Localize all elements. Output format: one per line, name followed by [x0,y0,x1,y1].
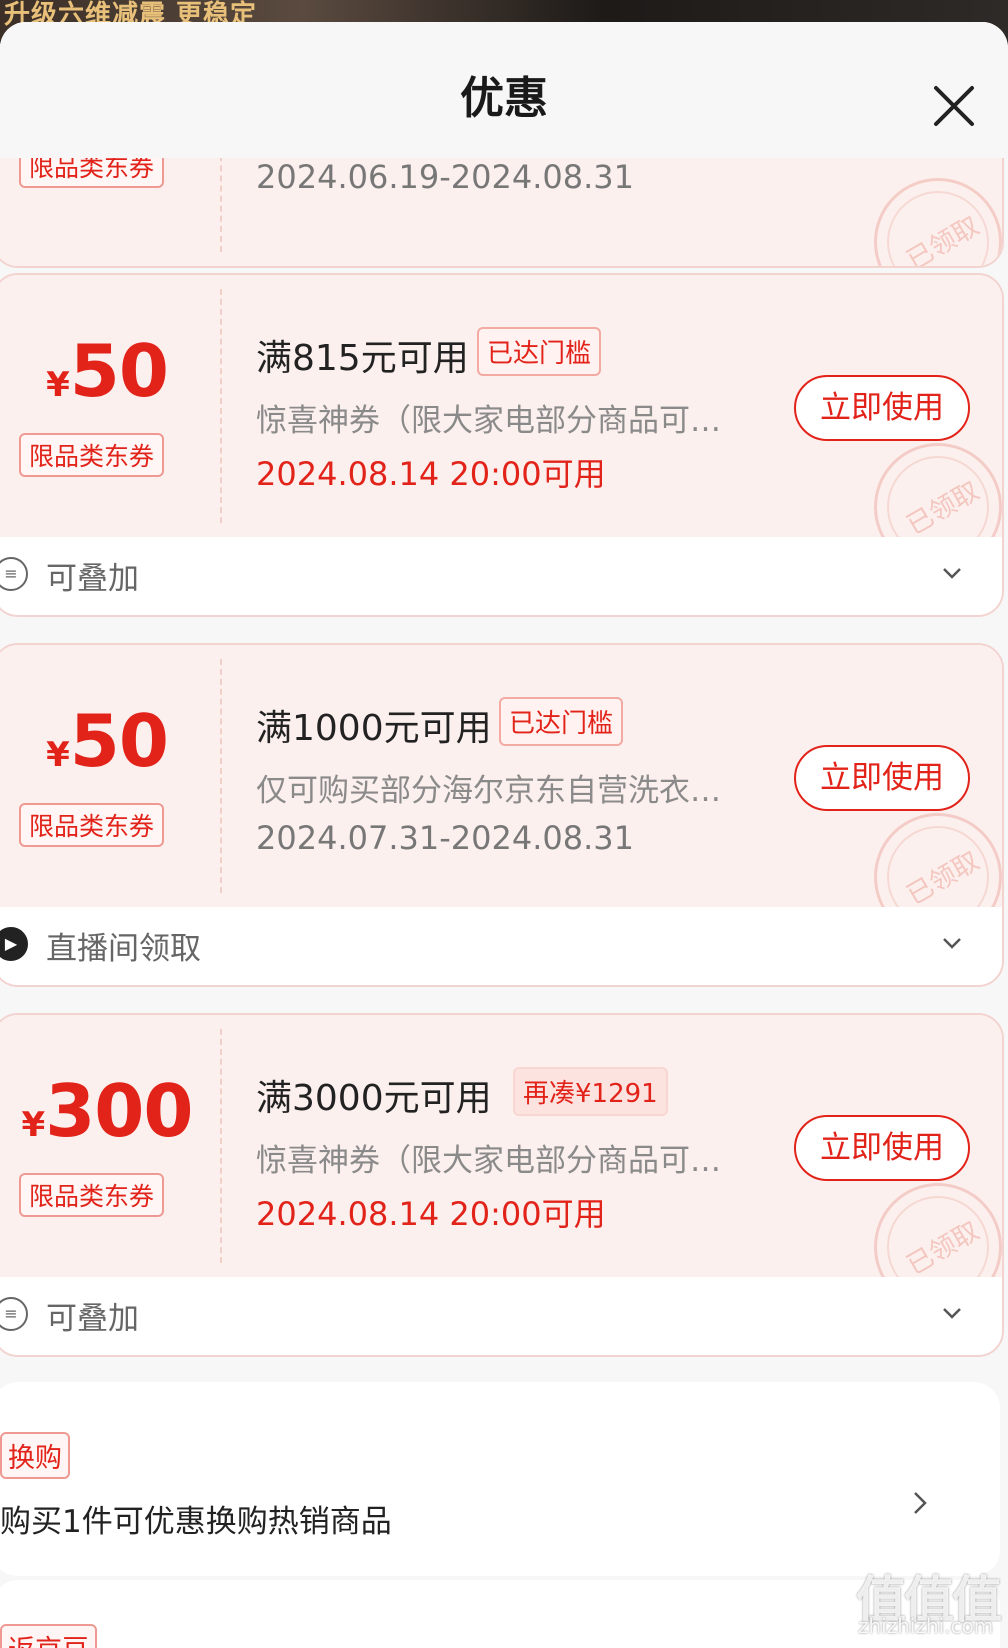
live-icon: ▶ [0,927,28,961]
chevron-down-icon[interactable] [940,1301,964,1325]
use-now-button[interactable]: 立即使用 [794,375,970,441]
coupon-amount: ¥50 [46,699,169,783]
coupon-description: 仅可购买部分海尔京东自营洗衣机商品 [256,773,746,809]
coupon-validity: 2024.08.14 20:00可用 [256,455,606,493]
chevron-right-icon[interactable] [908,1488,932,1518]
coupon-amount: ¥300 [21,1069,194,1153]
use-now-button[interactable]: 立即使用 [794,1115,970,1181]
bean-rebate-tag: 返京豆 [0,1624,97,1648]
coupon-validity: 2024.08.14 20:00可用 [256,1195,606,1233]
chevron-down-icon[interactable] [940,561,964,585]
coupon-amount: ¥50 [46,329,169,413]
coupon-description: 惊喜神券（限大家电部分商品可用） [256,1143,746,1179]
stack-icon: ≡ [0,557,28,591]
claimed-stamp: 已领取 [874,178,1002,266]
coupon-list: 限品类东券 2024.06.19-2024.08.31 已领取 ¥50 限品类东… [0,22,1008,1648]
coupon-condition: 满3000元可用 [256,1078,492,1119]
coupon-card: ¥50 限品类东券 满815元可用 已达门槛 惊喜神券（限大家电部分商品可用） … [0,273,1004,617]
site-watermark-url: zhizhizhi.com [858,1614,994,1638]
close-icon[interactable] [930,82,978,130]
coupon-card: ¥300 限品类东券 满3000元可用 再凑¥1291 惊喜神券（限大家电部分商… [0,1013,1004,1357]
coupon-sheet: 限品类东券 2024.06.19-2024.08.31 已领取 ¥50 限品类东… [0,22,1008,1648]
threshold-badge: 已达门槛 [499,697,624,746]
trade-in-description: 购买1件可优惠换购热销商品 [0,1504,392,1540]
trade-in-offer[interactable]: 换购 购买1件可优惠换购热销商品 [0,1382,1000,1576]
threshold-badge: 已达门槛 [477,327,602,376]
coupon-footer-label: 可叠加 [46,561,139,597]
bean-rebate-section[interactable]: 返京豆 [0,1580,1000,1648]
coupon-type-tag: 限品类东券 [19,803,165,847]
coupon-condition: 满1000元可用 [256,708,492,749]
use-now-button[interactable]: 立即使用 [794,745,970,811]
coupon-type-tag: 限品类东券 [19,1173,165,1217]
coupon-type-tag: 限品类东券 [19,433,165,477]
coupon-condition: 满815元可用 [256,338,469,379]
page-title: 优惠 [460,73,548,124]
coupon-description: 惊喜神券（限大家电部分商品可用） [256,403,746,439]
coupon-footer-label: 可叠加 [46,1301,139,1337]
coupon-validity: 2024.07.31-2024.08.31 [256,819,634,857]
coupon-footer[interactable]: ≡ 可叠加 [0,1277,1002,1353]
trade-in-tag: 换购 [0,1432,70,1479]
coupon-footer[interactable]: ▶ 直播间领取 [0,907,1002,983]
coupon-footer-label: 直播间领取 [46,931,201,967]
stack-icon: ≡ [0,1297,28,1331]
chevron-down-icon[interactable] [940,931,964,955]
coupon-card: ¥50 限品类东券 满1000元可用 已达门槛 仅可购买部分海尔京东自营洗衣机商… [0,643,1004,987]
coupon-footer[interactable]: ≡ 可叠加 [0,537,1002,613]
gap-badge: 再凑¥1291 [513,1067,668,1116]
coupon-validity: 2024.06.19-2024.08.31 [256,158,634,196]
sheet-header: 优惠 [0,22,1008,158]
